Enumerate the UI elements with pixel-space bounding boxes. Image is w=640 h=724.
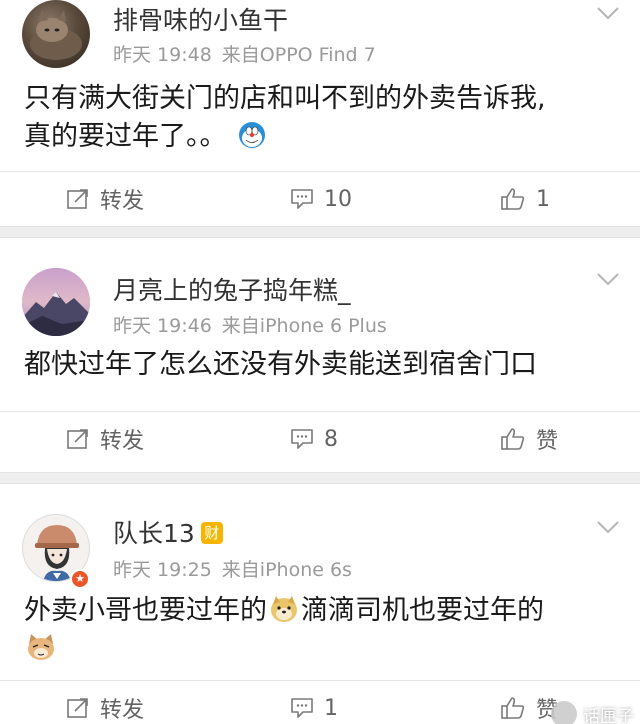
wealth-badge[interactable]: 财 [200,522,223,544]
thumbs-up-icon [501,188,525,210]
comment-count: 1 [324,695,338,721]
post-1: 排骨味的小鱼干 昨天 19:48 来自OPPO Find 7 只有满大街关门的店和… [0,0,640,226]
username[interactable]: 月亮上的兔子捣年糕_ [113,271,351,307]
cat-face-emoji-icon [28,634,54,660]
like-button[interactable]: 1 [500,172,550,226]
comment-count: 8 [324,426,338,452]
source-device: 来自OPPO Find 7 [221,44,376,66]
avatar[interactable] [22,0,90,68]
post-meta: 昨天 19:46 来自iPhone 6 Plus [113,311,387,338]
timestamp: 昨天 19:48 [113,44,212,66]
timestamp: 昨天 19:25 [113,559,212,581]
chevron-down-icon[interactable] [596,6,620,20]
comment-button[interactable]: 10 [290,172,352,226]
content-line-1: 都快过年了怎么还没有外卖能送到宿舍门口 [24,349,537,380]
thumbs-up-icon [501,697,525,719]
comment-icon [291,698,313,718]
action-bar: 转发 10 1 [0,171,640,226]
comment-icon [291,429,313,449]
source-device: 来自iPhone 6s [221,559,352,581]
like-label: 1 [536,186,550,212]
repost-button[interactable]: 转发 [66,412,144,466]
thumbs-up-icon [501,428,525,450]
comment-button[interactable]: 8 [290,412,338,466]
content-line-1: 只有满大街关门的店和叫不到的外卖告诉我, [24,83,546,114]
chevron-down-icon[interactable] [596,520,620,534]
post-content: 外卖小哥也要过年的 滴滴司机也要过年的 [24,592,620,668]
repost-icon [67,429,88,449]
post-content: 只有满大街关门的店和叫不到的外卖告诉我, 真的要过年了。。 [24,80,620,156]
repost-icon [67,189,88,209]
watermark-text: 话匣子 [583,706,634,724]
post-separator [0,472,640,484]
username-row: 队长13 财 [113,514,223,550]
post-content: 都快过年了怎么还没有外卖能送到宿舍门口 [24,346,620,384]
comment-button[interactable]: 1 [290,681,338,724]
username[interactable]: 排骨味的小鱼干 [113,1,288,37]
post-2: 月亮上的兔子捣年糕_ 昨天 19:46 来自iPhone 6 Plus 都快过年了… [0,238,640,472]
post-separator [0,226,640,238]
repost-label: 转发 [100,698,145,723]
post-meta: 昨天 19:25 来自iPhone 6s [113,555,352,582]
watermark-logo-icon [551,701,577,724]
like-button[interactable]: 赞 [500,681,558,724]
source-device: 来自iPhone 6 Plus [221,315,387,337]
content-line-2: 真的要过年了。。 [24,121,227,152]
comment-icon [291,189,313,209]
chevron-down-icon[interactable] [596,272,620,286]
action-bar: 转发 8 赞 [0,411,640,466]
watermark: 话匣子 [551,701,634,724]
repost-button[interactable]: 转发 [66,172,144,226]
verified-badge-icon: ★ [70,569,90,589]
repost-icon [67,698,88,718]
repost-button[interactable]: 转发 [66,681,144,724]
content-part-2: 滴滴司机也要过年的 [301,595,544,626]
post-3: ★ 队长13 财 昨天 19:25 来自iPhone 6s 外卖小哥也要过年的 滴滴… [0,484,640,724]
action-bar: 转发 1 赞 [0,680,640,724]
comment-count: 10 [324,186,352,212]
weibo-comment-feed: 排骨味的小鱼干 昨天 19:48 来自OPPO Find 7 只有满大街关门的店和… [0,0,640,724]
content-part-1: 外卖小哥也要过年的 [24,595,267,626]
timestamp: 昨天 19:46 [113,315,212,337]
like-button[interactable]: 赞 [500,412,558,466]
doge-face-emoji-icon [271,596,297,622]
like-label: 赞 [536,429,559,454]
repost-label: 转发 [100,429,145,454]
repost-label: 转发 [100,189,145,214]
post-meta: 昨天 19:48 来自OPPO Find 7 [113,40,376,67]
doraemon-face-emoji-icon [239,122,266,148]
avatar[interactable] [22,268,90,336]
username[interactable]: 队长13 [113,519,195,548]
